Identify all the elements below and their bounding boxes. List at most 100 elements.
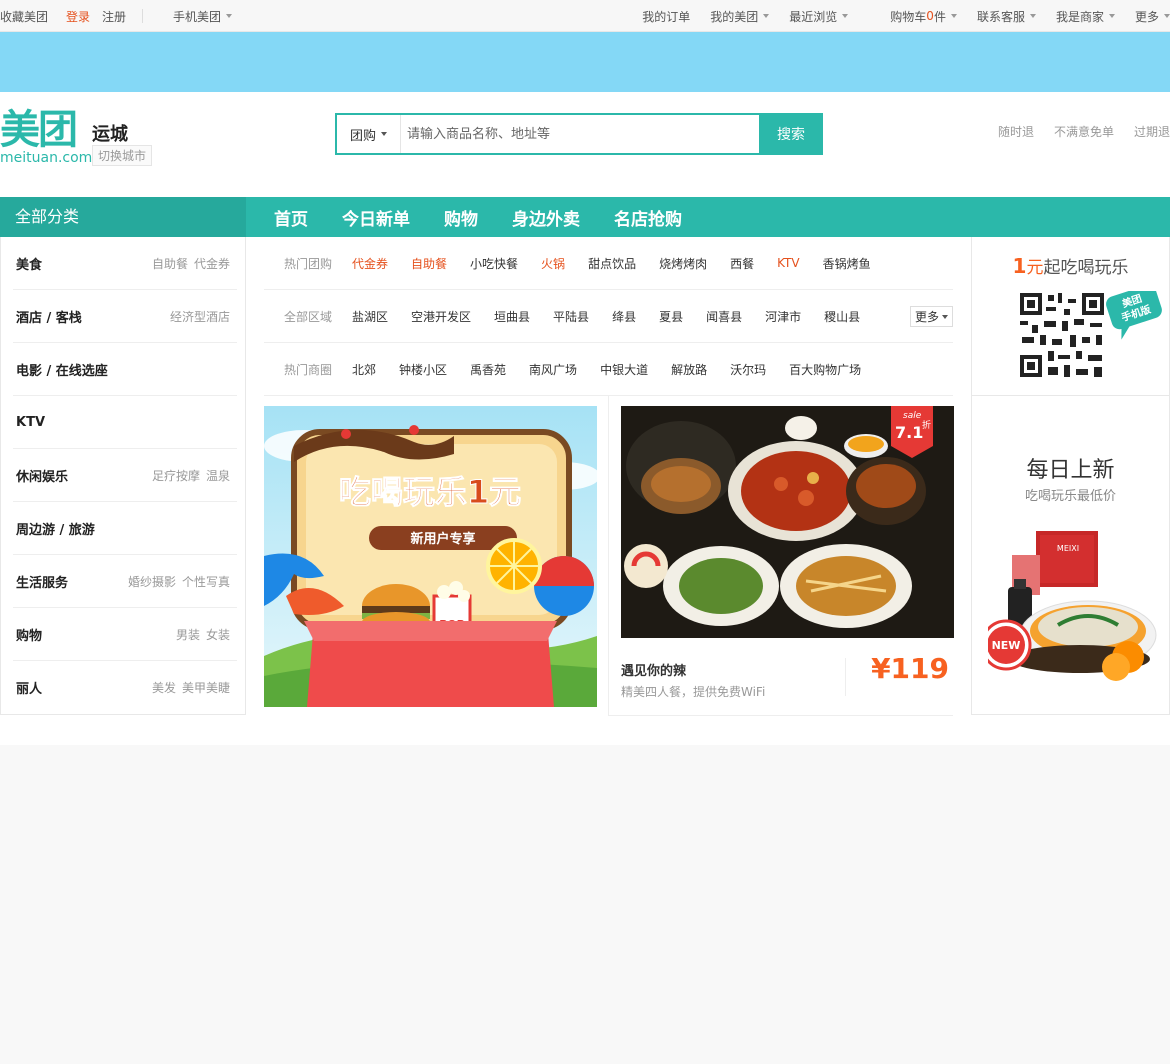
- register-link[interactable]: 注册: [96, 8, 132, 25]
- switch-city-button[interactable]: 切换城市: [92, 145, 153, 166]
- deal-image[interactable]: sale 7.1 折: [621, 406, 954, 638]
- bookmark-link[interactable]: 收藏美团: [0, 8, 54, 25]
- login-link[interactable]: 登录: [60, 8, 96, 25]
- search-input[interactable]: [401, 115, 759, 153]
- filter-item[interactable]: 稷山县: [824, 308, 860, 325]
- cart-menu[interactable]: 购物车 0 件: [884, 8, 963, 25]
- top-bar: 收藏美团 登录 注册 手机美团 我的订单 我的美团 最近浏览 购物车 0 件 联系客…: [0, 0, 1170, 32]
- search-button[interactable]: 搜索: [759, 114, 823, 154]
- header: 美团 meituan.com 运城 切换城市 团购 搜索 随时退 不满意免单 过…: [0, 92, 1170, 197]
- deal-price: ¥119: [871, 652, 949, 685]
- category-life-service[interactable]: 生活服务 婚纱摄影 个性写真: [13, 555, 237, 608]
- one-yuan-promo-banner[interactable]: 吃喝玩乐1元 新用户专享 POP: [264, 406, 597, 707]
- filter-item[interactable]: 闻喜县: [706, 308, 742, 325]
- deal-description: 精美四人餐，提供免费WiFi: [621, 685, 766, 699]
- my-orders-link[interactable]: 我的订单: [636, 8, 696, 25]
- nav-home[interactable]: 首页: [274, 205, 308, 230]
- filter-item[interactable]: 中银大道: [600, 361, 648, 378]
- search-category-select[interactable]: 团购: [337, 115, 401, 153]
- category-hotel[interactable]: 酒店 / 客栈 经济型酒店: [13, 290, 237, 343]
- subcategory-link[interactable]: 女装: [206, 628, 230, 642]
- category-food[interactable]: 美食 自助餐 代金券: [13, 237, 237, 290]
- promise-expired-refund[interactable]: 过期退: [1134, 123, 1170, 140]
- filter-item[interactable]: 钟楼小区: [399, 361, 447, 378]
- filter-item[interactable]: 绛县: [612, 308, 636, 325]
- chevron-down-icon: [1164, 14, 1170, 18]
- filter-item[interactable]: 小吃快餐: [470, 255, 518, 272]
- qr-code-icon[interactable]: 美团 手机版: [1018, 291, 1162, 381]
- mobile-meituan-label: 手机美团: [173, 9, 222, 24]
- mobile-app-qr-box: 1元起吃喝玩乐 美团 手机版: [972, 237, 1169, 396]
- filter-item[interactable]: 自助餐: [411, 255, 447, 272]
- subcategory-link[interactable]: 男装: [176, 628, 200, 642]
- subcategory-link[interactable]: 温泉: [206, 469, 230, 483]
- filter-item[interactable]: 盐湖区: [352, 308, 388, 325]
- qr-title: 1元起吃喝玩乐: [972, 253, 1169, 278]
- my-meituan-menu[interactable]: 我的美团: [704, 8, 775, 25]
- filter-item[interactable]: 解放路: [671, 361, 707, 378]
- category-travel[interactable]: 周边游 / 旅游: [13, 502, 237, 555]
- category-title: 丽人: [16, 682, 43, 697]
- subcategory-link[interactable]: 自助餐: [152, 257, 188, 271]
- filter-item[interactable]: 北郊: [352, 361, 376, 378]
- category-shopping[interactable]: 购物 男装 女装: [13, 608, 237, 661]
- category-ktv[interactable]: KTV: [13, 396, 237, 449]
- filter-item[interactable]: 烧烤烤肉: [659, 255, 707, 272]
- subcategory-link[interactable]: 代金券: [194, 257, 230, 271]
- subcategory-link[interactable]: 婚纱摄影: [128, 575, 176, 589]
- more-menu[interactable]: 更多: [1129, 8, 1170, 25]
- filter-item[interactable]: 河津市: [765, 308, 801, 325]
- discount-value: 7.1: [895, 423, 923, 442]
- customer-service-menu[interactable]: 联系客服: [971, 8, 1042, 25]
- recent-viewed-menu[interactable]: 最近浏览: [783, 8, 854, 25]
- all-categories-tab[interactable]: 全部分类: [0, 197, 246, 237]
- meituan-logo[interactable]: 美团 meituan.com: [0, 110, 92, 168]
- category-leisure[interactable]: 休闲娱乐 足疗按摩 温泉: [13, 449, 237, 502]
- filter-item[interactable]: 甜点饮品: [588, 255, 636, 272]
- subcategory-link[interactable]: 个性写真: [182, 575, 230, 589]
- daily-new-subtitle: 吃喝玩乐最低价: [1024, 489, 1116, 504]
- filter-item[interactable]: 南风广场: [529, 361, 577, 378]
- merchant-menu[interactable]: 我是商家: [1050, 8, 1121, 25]
- filter-item[interactable]: 香锅烤鱼: [823, 255, 871, 272]
- filter-item[interactable]: 代金券: [352, 255, 388, 272]
- cart-unit: 件: [933, 9, 946, 24]
- filter-item[interactable]: 平陆县: [553, 308, 589, 325]
- promo-illustration: 吃喝玩乐1元 新用户专享 POP: [264, 406, 597, 707]
- nav-takeout[interactable]: 身边外卖: [512, 205, 580, 230]
- filter-item[interactable]: KTV: [777, 256, 799, 270]
- promise-unsatisfied-free[interactable]: 不满意免单: [1054, 123, 1114, 140]
- nav-shopping[interactable]: 购物: [444, 205, 478, 230]
- chevron-down-icon: [381, 132, 387, 136]
- discount-unit: 折: [922, 419, 931, 431]
- filter-item[interactable]: 百大购物广场: [789, 361, 861, 378]
- category-movie[interactable]: 电影 / 在线选座: [13, 343, 237, 396]
- promise-refund-anytime[interactable]: 随时退: [998, 123, 1034, 140]
- category-title: 酒店 / 客栈: [16, 310, 82, 326]
- filter-item[interactable]: 沃尔玛: [730, 361, 766, 378]
- mobile-meituan-menu[interactable]: 手机美团: [167, 8, 238, 25]
- top-banner[interactable]: [0, 32, 1170, 92]
- recent-viewed-label: 最近浏览: [789, 9, 838, 24]
- filter-item[interactable]: 火锅: [541, 255, 565, 272]
- deal-card[interactable]: sale 7.1 折 遇见你的辣 精美四人餐，提供免费WiFi ¥119: [608, 396, 954, 716]
- subcategory-link[interactable]: 美甲美睫: [182, 681, 230, 695]
- filter-item[interactable]: 空港开发区: [411, 308, 471, 325]
- filter-item[interactable]: 禹香苑: [470, 361, 506, 378]
- nav-famous-stores[interactable]: 名店抢购: [614, 205, 682, 230]
- filter-item[interactable]: 西餐: [730, 255, 754, 272]
- divider: [142, 9, 144, 23]
- filter-item[interactable]: 夏县: [659, 308, 683, 325]
- subcategory-link[interactable]: 经济型酒店: [170, 310, 230, 324]
- deal-title[interactable]: 遇见你的辣: [621, 660, 686, 679]
- subcategory-link[interactable]: 足疗按摩: [152, 469, 200, 483]
- nav-today-new[interactable]: 今日新单: [342, 205, 410, 230]
- category-title: 周边游 / 旅游: [16, 522, 95, 538]
- cart-count: 0: [926, 9, 934, 23]
- category-beauty[interactable]: 丽人 美发 美甲美睫: [13, 661, 237, 714]
- daily-new-illustration[interactable]: MEIXI NEW: [988, 527, 1158, 687]
- subcategory-link[interactable]: 美发: [152, 681, 176, 695]
- filter-item[interactable]: 垣曲县: [494, 308, 530, 325]
- qr-title-text: 起吃喝玩乐: [1043, 258, 1129, 278]
- area-more-button[interactable]: 更多: [909, 306, 953, 327]
